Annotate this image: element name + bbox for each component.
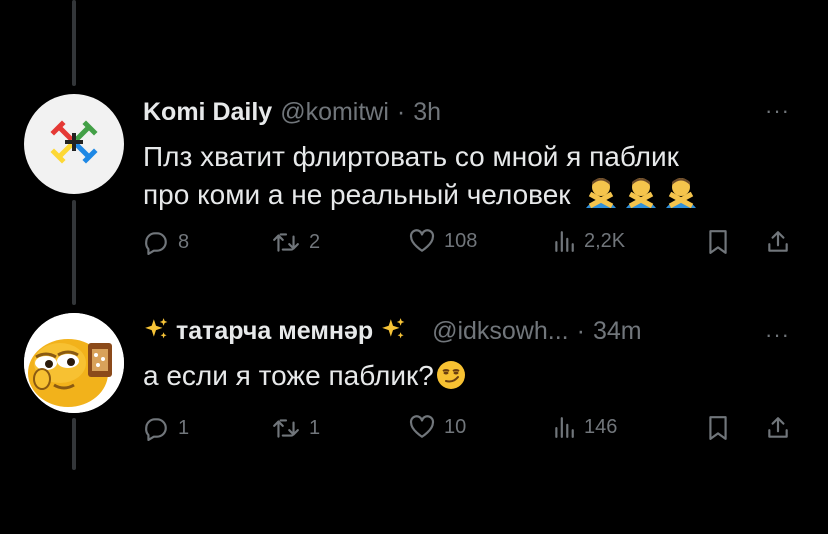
man-gesturing-no-icon xyxy=(666,178,697,208)
reply-button[interactable]: 1 xyxy=(143,415,189,441)
komi-emblem-icon xyxy=(50,120,98,164)
more-options-button[interactable]: ··· xyxy=(765,98,790,124)
repost-button[interactable]: 2 xyxy=(272,229,320,255)
share-button[interactable] xyxy=(765,229,791,255)
author-name[interactable]: татарча мемнәр xyxy=(176,317,373,345)
like-count: 10 xyxy=(444,415,467,438)
separator: · xyxy=(396,98,406,126)
tweet-text: про коми а не реальный человек xyxy=(143,179,571,210)
sparkles-icon xyxy=(145,318,168,339)
avatar[interactable] xyxy=(24,94,124,194)
tweet-text-line: а если я тоже паблик? xyxy=(143,357,466,394)
man-gesturing-no-icon xyxy=(626,178,657,208)
heart-icon xyxy=(409,415,435,438)
views-button[interactable]: 146 xyxy=(553,415,617,439)
repost-icon xyxy=(273,419,299,438)
author-handle[interactable]: @komitwi xyxy=(280,98,389,127)
thread-line-middle xyxy=(72,200,76,305)
tweet-text-line-2: про коми а не реальный человек xyxy=(143,176,698,213)
separator: · xyxy=(576,317,585,345)
views-chart-icon xyxy=(555,417,574,438)
repost-icon xyxy=(273,233,299,252)
views-count: 2,2K xyxy=(584,229,626,252)
reply-count: 1 xyxy=(178,416,190,439)
author-handle[interactable]: @idksowh... xyxy=(432,317,569,346)
reply-button[interactable]: 8 xyxy=(143,229,189,255)
repost-count: 2 xyxy=(309,230,321,253)
share-icon xyxy=(768,417,788,438)
like-count: 108 xyxy=(444,229,478,252)
thread-line-bottom xyxy=(72,418,76,470)
like-button[interactable]: 10 xyxy=(409,415,466,439)
tweet-text-line: Плз хватит флиртовать со мной я паблик xyxy=(143,141,679,172)
tweet-header: татарча мемнәр @idksowh... · 34m xyxy=(143,316,642,346)
repost-button[interactable]: 1 xyxy=(272,415,320,441)
more-options-button[interactable]: ··· xyxy=(765,322,790,348)
bookmark-icon xyxy=(709,416,727,440)
thread-line-top xyxy=(72,0,76,86)
timestamp[interactable]: 34m xyxy=(593,317,642,346)
views-button[interactable]: 2,2K xyxy=(553,229,625,253)
bookmark-button[interactable] xyxy=(707,229,729,255)
smirking-face-icon xyxy=(436,361,465,389)
author-name-group[interactable]: татарча мемнәр xyxy=(143,316,406,346)
reply-icon xyxy=(145,232,167,255)
tweet-text: а если я тоже паблик? xyxy=(143,360,434,391)
sparkles-icon xyxy=(382,318,405,339)
man-gesturing-no-icon xyxy=(586,178,617,208)
views-count: 146 xyxy=(584,415,618,438)
like-button[interactable]: 108 xyxy=(409,229,477,253)
views-chart-icon xyxy=(555,231,574,252)
heart-icon xyxy=(409,229,435,252)
repost-count: 1 xyxy=(309,416,321,439)
share-icon xyxy=(768,231,788,252)
author-name[interactable]: Komi Daily xyxy=(143,98,272,127)
bookmark-button[interactable] xyxy=(707,415,729,441)
reply-icon xyxy=(145,418,167,441)
tweet-header: Komi Daily @komitwi · 3h xyxy=(143,98,441,127)
tweet-actions: 8 2 108 2,2K xyxy=(143,229,803,259)
reply-count: 8 xyxy=(178,230,190,253)
timestamp[interactable]: 3h xyxy=(413,98,441,127)
bookmark-icon xyxy=(709,230,727,254)
share-button[interactable] xyxy=(765,415,791,441)
avatar[interactable] xyxy=(24,313,124,413)
tweet-actions: 1 1 10 146 xyxy=(143,415,803,445)
cartoon-character-icon xyxy=(24,313,124,413)
